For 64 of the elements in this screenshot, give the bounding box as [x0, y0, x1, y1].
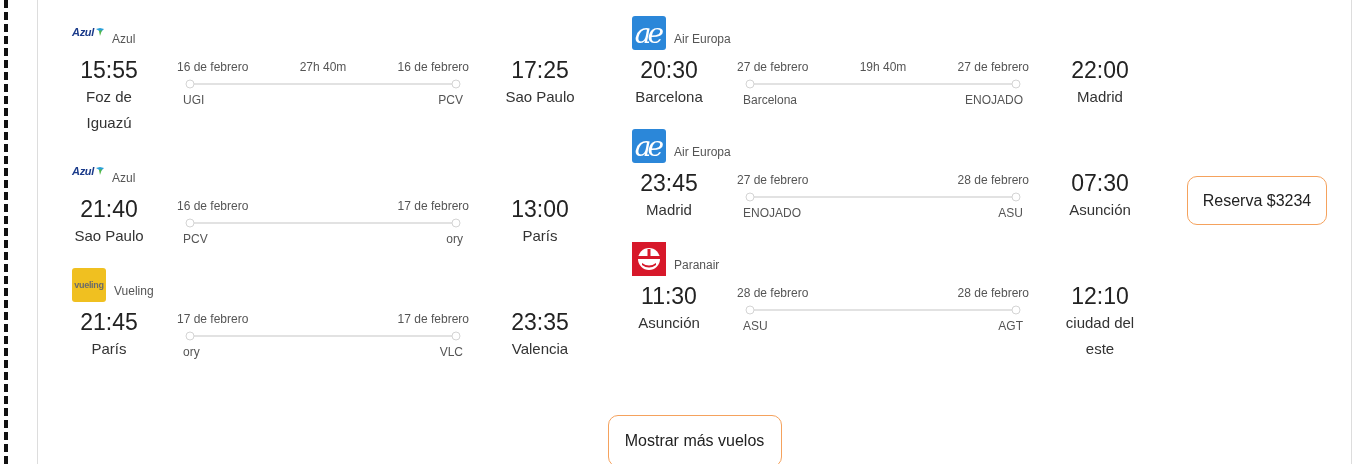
airline-logo: Azul [72, 26, 105, 38]
arrival-time: 07:30 [1070, 169, 1130, 197]
arrival-code: AGT [998, 318, 1023, 334]
arrival-city: ciudad del este [1064, 313, 1136, 359]
arrival-time: 12:10 [1070, 282, 1130, 310]
departure-code: PCV [183, 231, 208, 247]
arrival-time: 22:00 [1070, 56, 1130, 84]
arrival-date: 17 de febrero [397, 311, 469, 327]
departure-date: 16 de febrero [177, 198, 249, 214]
departure-date: 16 de febrero [177, 59, 249, 75]
arrival-time: 13:00 [510, 195, 570, 223]
departure-date: 27 de febrero [737, 172, 809, 188]
arrival-code: PCV [438, 92, 463, 108]
arrival-date: 28 de febrero [957, 285, 1029, 301]
departure-time: 20:30 [639, 56, 699, 84]
flight-duration: 27h 40m [299, 59, 347, 75]
departure-date: 17 de febrero [177, 311, 249, 327]
departure-time: 21:40 [79, 195, 139, 223]
flight-duration: 19h 40m [859, 59, 907, 75]
airline-name: Azul [112, 171, 136, 185]
arrival-date: 27 de febrero [957, 59, 1029, 75]
departure-city: Asunción [637, 313, 701, 333]
departure-city: París [90, 339, 128, 359]
arrival-time: 17:25 [510, 56, 570, 84]
departure-city: Madrid [645, 200, 693, 220]
airline-name: Air Europa [674, 32, 731, 46]
airline-name: Azul [112, 32, 136, 46]
departure-time: 11:30 [640, 282, 698, 310]
departure-city: Foz de Iguazú [85, 87, 133, 133]
airline-logo: Azul [72, 165, 105, 177]
departure-time: 15:55 [79, 56, 139, 84]
arrival-city: París [521, 226, 559, 246]
airline-name: Air Europa [674, 145, 731, 159]
arrival-code: ASU [998, 205, 1023, 221]
arrival-city: Madrid [1076, 87, 1124, 107]
arrival-code: ory [446, 231, 463, 247]
airline-name: Paranair [674, 258, 720, 272]
departure-code: ASU [743, 318, 768, 334]
airline-logo: ae [632, 129, 666, 163]
departure-time: 23:45 [639, 169, 699, 197]
departure-code: Barcelona [743, 92, 798, 108]
arrival-date: 16 de febrero [397, 59, 469, 75]
airline-logo: ae [632, 16, 666, 50]
arrival-time: 23:35 [510, 308, 570, 336]
airline-name: Vueling [114, 284, 154, 298]
book-button[interactable]: Reserva $3234 [1187, 176, 1327, 225]
arrival-city: Sao Paulo [504, 87, 576, 107]
departure-code: ory [183, 344, 200, 360]
departure-city: Sao Paulo [73, 226, 145, 246]
arrival-code: VLC [439, 344, 463, 360]
arrival-code: ENOJADO [965, 92, 1023, 108]
departure-date: 28 de febrero [737, 285, 809, 301]
airline-logo: vueling [72, 268, 106, 302]
airline-logo-icon [632, 242, 666, 276]
arrival-city: Asunción [1068, 200, 1132, 220]
departure-code: UGI [183, 92, 205, 108]
departure-time: 21:45 [79, 308, 139, 336]
arrival-date: 28 de febrero [957, 172, 1029, 188]
more-flights-button[interactable]: Mostrar más vuelos [607, 415, 782, 464]
departure-date: 27 de febrero [737, 59, 809, 75]
departure-code: ENOJADO [743, 205, 801, 221]
departure-city: Barcelona [634, 87, 704, 107]
arrival-city: Valencia [510, 339, 570, 359]
arrival-date: 17 de febrero [397, 198, 469, 214]
